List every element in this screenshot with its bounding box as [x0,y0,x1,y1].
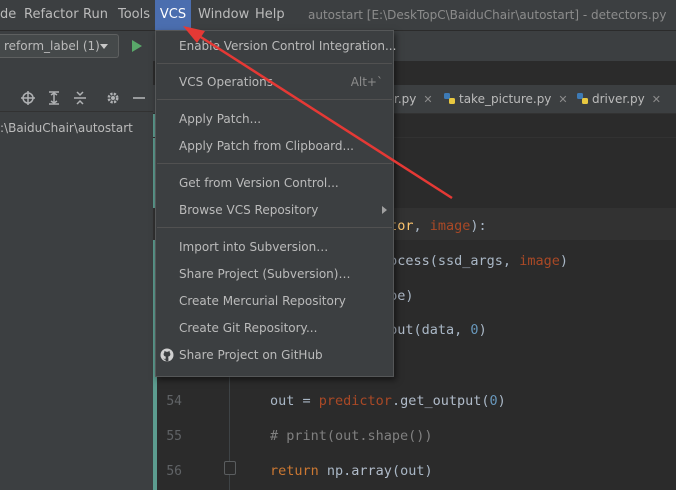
locate-icon[interactable] [21,91,35,105]
menu-item-shortcut: Alt+` [350,75,383,89]
code-comment[interactable]: # print(out.shape()) [270,428,433,444]
menu-item-import-subversion[interactable]: Import into Subversion… [156,234,393,260]
code-token: (ssd_args, [429,253,520,269]
line-number: 56 [166,464,182,479]
menu-window[interactable]: Window [198,0,249,30]
menu-item-label: Get from Version Control... [179,176,339,190]
code-token: 0 [489,393,498,409]
menu-item-label: Import into Subversion… [179,240,329,254]
menu-run[interactable]: Run [83,0,108,30]
code-token: ) [405,288,414,304]
menu-item-get-from-vcs[interactable]: Get from Version Control... [156,170,393,196]
menu-item-share-github[interactable]: Share Project on GitHub [156,342,393,368]
menu-refactor[interactable]: Refactor [24,0,79,30]
code-token: . [391,393,401,409]
code-token: out = [270,393,319,409]
collapse-all-icon[interactable] [73,91,87,105]
code-token: predictor [318,393,392,409]
code-token: np. [326,463,352,479]
menu-item-label: Share Project on GitHub [179,348,323,362]
menu-help[interactable]: Help [255,0,285,30]
code-token: (out) [391,463,433,479]
code-token: image [519,253,560,269]
project-pane: :\BaiduChair\autostart [0,61,153,490]
project-toolbar [0,85,153,112]
github-icon [160,348,174,362]
code-token: ): [470,218,487,234]
code-line[interactable]: rocess(ssd_args, image) [381,253,568,269]
menu-item-share-subversion[interactable]: Share Project (Subversion)… [156,261,393,287]
menu-separator [157,227,392,228]
menu-item-label: Enable Version Control Integration... [179,39,397,53]
menu-item-label: Share Project (Subversion)… [179,267,351,281]
run-icon[interactable] [132,40,142,52]
code-token: (data, [413,322,471,338]
line-number: 54 [166,394,182,409]
window-title: autostart [E:\DeskTopC\BaiduChair\autost… [308,8,667,22]
code-line[interactable]: ctor, image): [381,218,487,234]
code-token: , [413,218,430,234]
tab-file[interactable]: r.py ✕ [394,85,433,113]
menu-separator [157,99,392,100]
fold-marker-icon[interactable] [224,461,236,475]
close-icon[interactable]: ✕ [423,93,432,106]
menu-item-label: VCS Operations [179,75,273,89]
project-root-path[interactable]: :\BaiduChair\autostart [0,121,133,135]
menu-item-label: Apply Patch from Clipboard... [179,139,354,153]
tab-label: r.py [394,92,417,106]
python-file-icon [444,93,455,104]
code-token: ) [559,253,568,269]
code-token: array [351,463,392,479]
chevron-down-icon [100,44,108,49]
code-token: ) [497,393,506,409]
menu-tools[interactable]: Tools [118,0,150,30]
gear-icon[interactable] [106,91,120,105]
menu-item-apply-patch-clipboard[interactable]: Apply Patch from Clipboard... [156,133,393,159]
tab-driver[interactable]: driver.py ✕ [577,85,661,113]
chevron-right-icon [382,206,387,214]
tab-label: driver.py [592,92,645,106]
menu-item-browse-vcs[interactable]: Browse VCS Repository [156,197,393,223]
run-config-dropdown[interactable]: reform_label (1) [0,34,119,58]
menu-item-enable-vcs[interactable]: Enable Version Control Integration... [156,33,397,59]
code-token: ) [478,322,487,338]
tab-take-picture[interactable]: take_picture.py ✕ [444,85,568,113]
close-icon[interactable]: ✕ [558,93,567,106]
menu-item-label: Create Mercurial Repository [179,294,346,308]
code-token: return [270,463,327,479]
code-token: get_output [400,393,482,409]
menu-item-label: Create Git Repository... [179,321,318,335]
menu-vcs[interactable]: VCS [155,0,191,30]
code-token: ( [481,393,490,409]
code-token: 0 [470,322,479,338]
expand-all-icon[interactable] [47,91,61,105]
code-line[interactable]: nput(data, 0) [381,322,487,338]
menu-code[interactable]: de [0,0,16,30]
code-line[interactable]: out = predictor.get_output(0) [270,393,506,409]
code-token: image [429,218,471,234]
tab-label: take_picture.py [459,92,552,106]
menu-item-label: Apply Patch... [179,112,262,126]
code-line[interactable]: return np.array(out) [270,463,433,479]
close-icon[interactable]: ✕ [652,93,661,106]
minimize-icon[interactable] [132,91,146,105]
menu-separator [157,163,392,164]
menu-item-create-git[interactable]: Create Git Repository... [156,315,393,341]
line-number: 55 [166,429,182,444]
menu-item-vcs-operations[interactable]: VCS Operations Alt+` [156,69,393,95]
menu-separator [157,63,392,64]
menu-item-label: Browse VCS Repository [179,203,319,217]
menu-item-apply-patch[interactable]: Apply Patch... [156,106,393,132]
menu-bar: de Refactor Run Tools VCS Window Help au… [0,0,676,30]
vcs-dropdown-menu: Enable Version Control Integration... VC… [155,30,397,377]
python-file-icon [577,93,588,104]
run-config-label: reform_label (1) [4,39,100,53]
menu-item-create-mercurial[interactable]: Create Mercurial Repository [156,288,393,314]
